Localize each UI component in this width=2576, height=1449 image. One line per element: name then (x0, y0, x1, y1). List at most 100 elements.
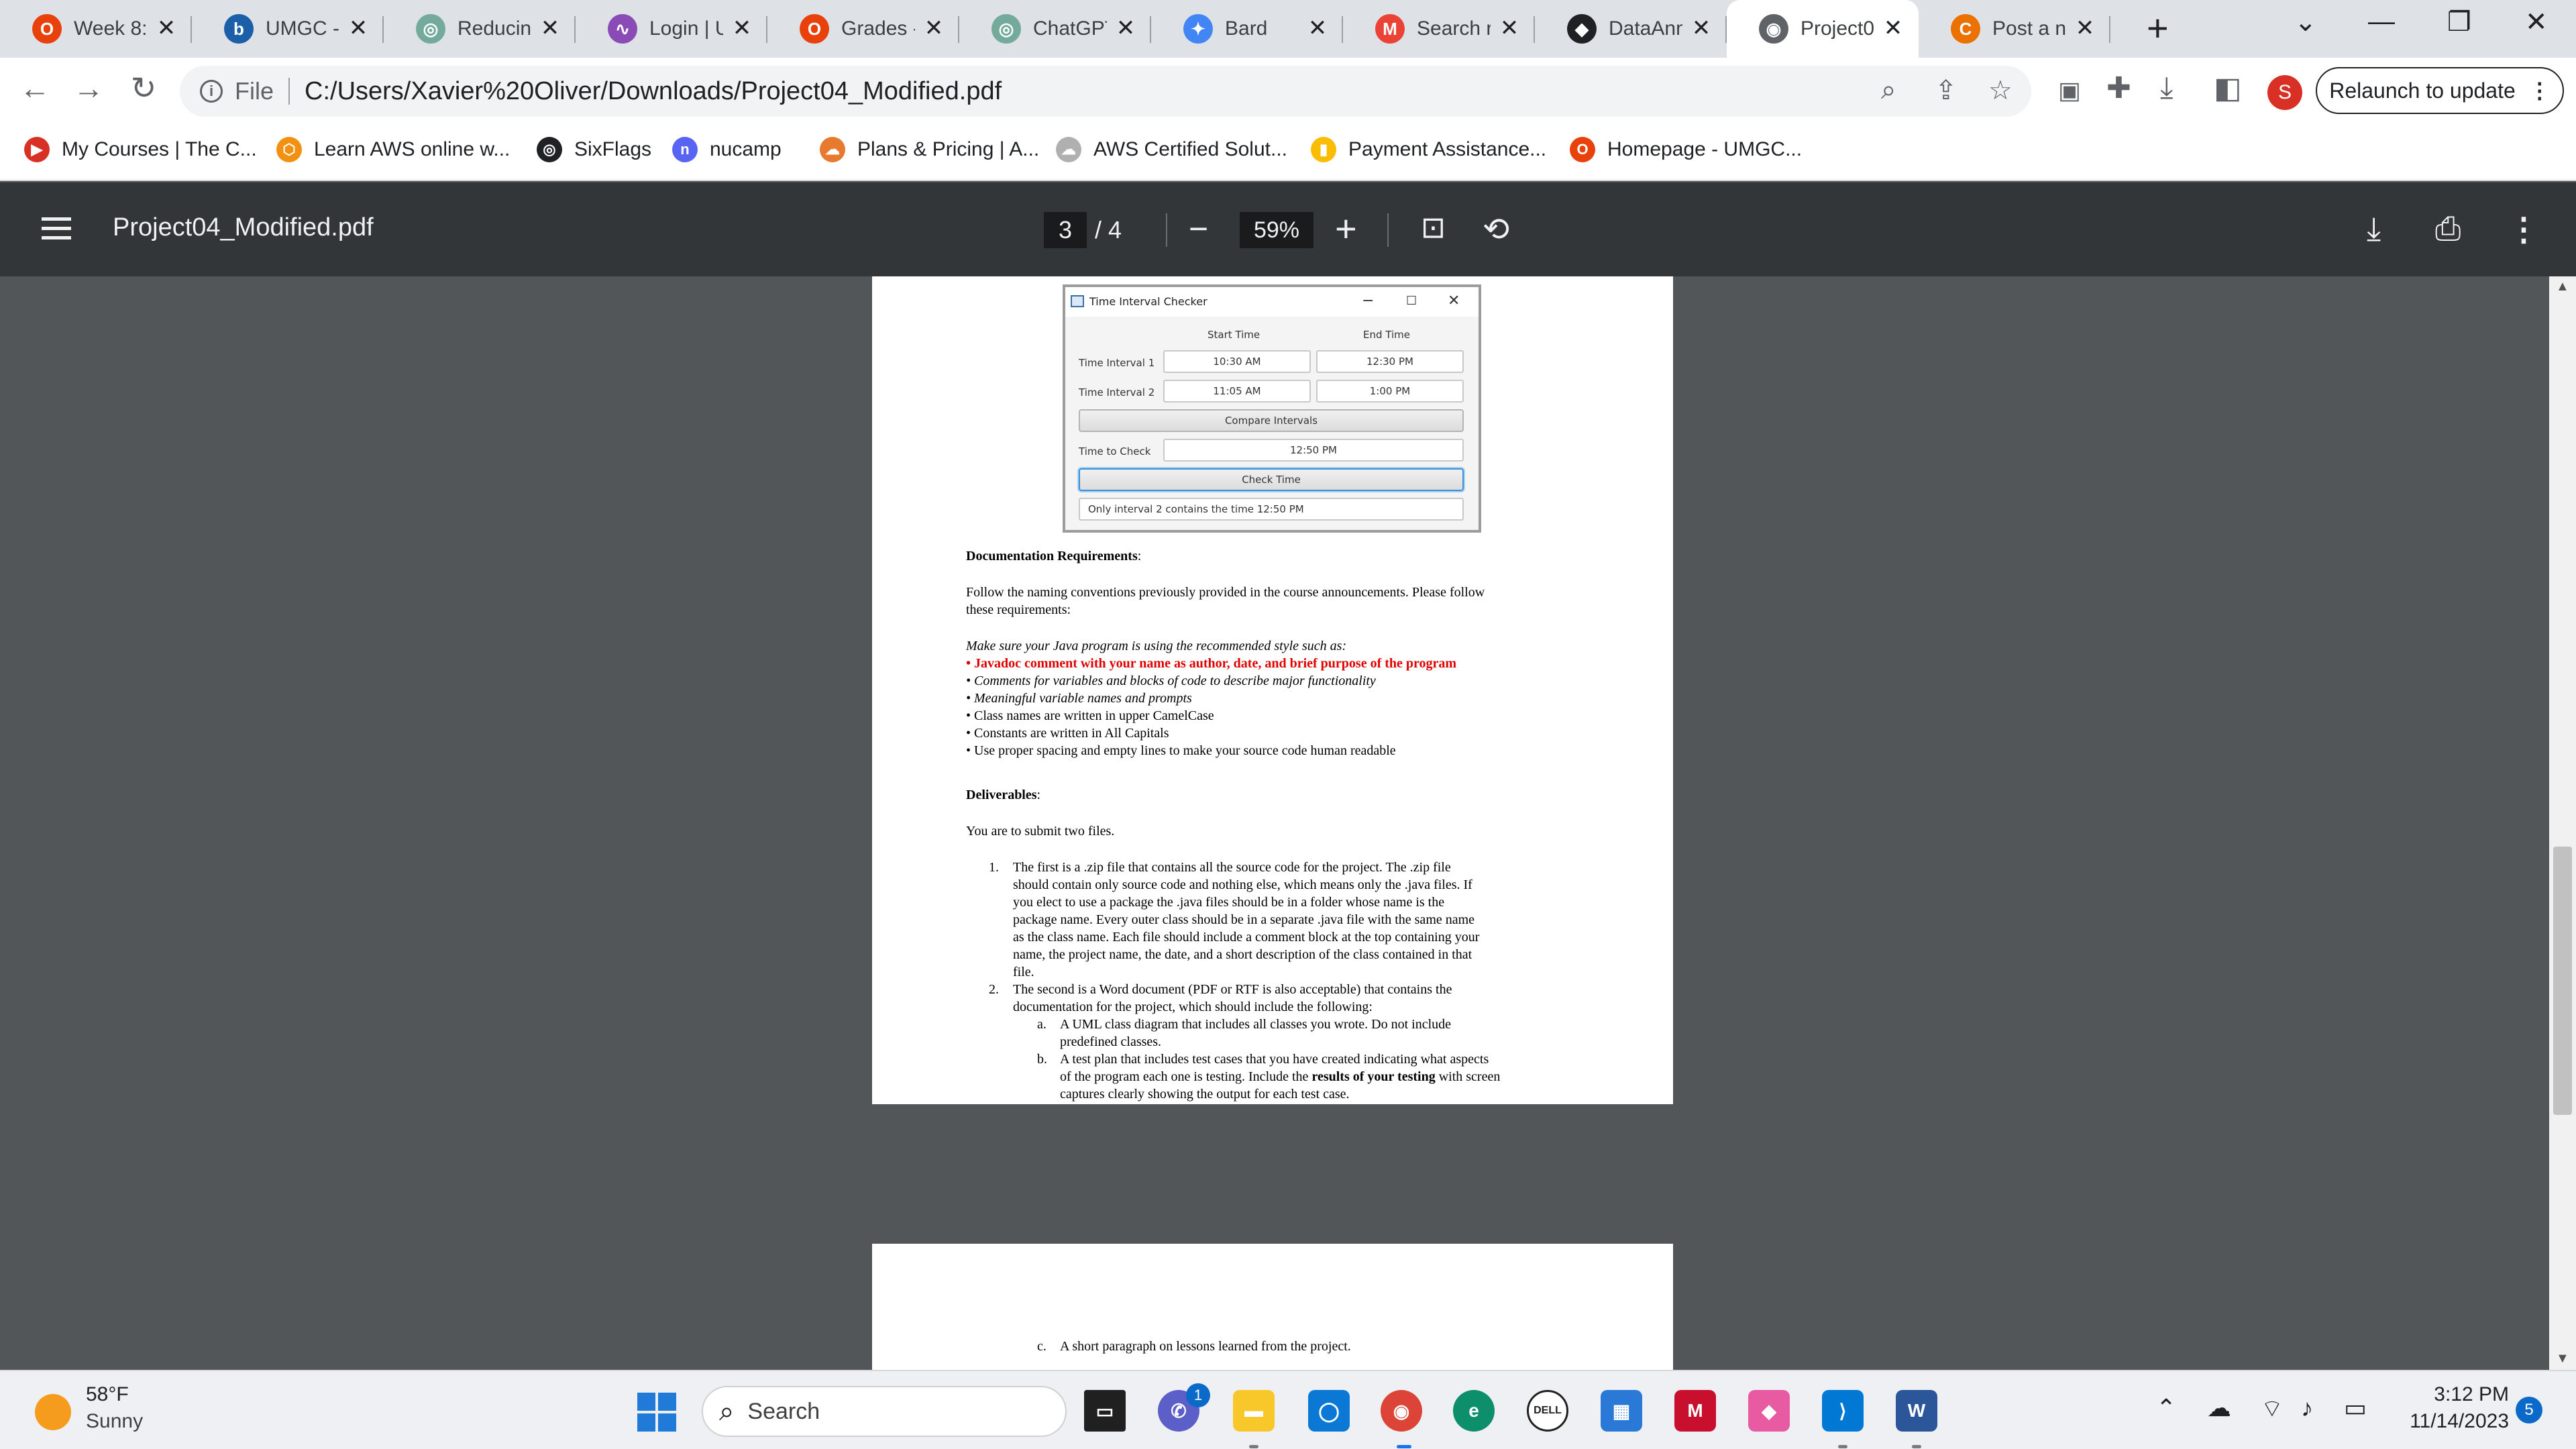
tab-title: Bard (1225, 17, 1268, 40)
zoom-in-icon[interactable]: + (1335, 207, 1357, 250)
zoom-lens-icon[interactable]: ⌕ (1881, 75, 1896, 105)
vertical-scrollbar[interactable]: ▲ ▼ (2549, 276, 2576, 1370)
browser-tab[interactable]: ◎ Reducing ✕ (384, 0, 576, 58)
doc-req-heading: Documentation Requirements: (966, 549, 1142, 564)
page-number-input[interactable]: 3 (1044, 212, 1087, 248)
store-icon[interactable]: ▦ (1601, 1390, 1642, 1432)
extension-box-icon[interactable]: ▣ (2058, 76, 2081, 105)
sun-icon[interactable] (35, 1394, 71, 1430)
more-menu-icon[interactable]: ⋮ (2529, 78, 2551, 103)
reload-icon[interactable]: ↻ (122, 70, 165, 106)
taskbar-search[interactable]: ⌕ Search (702, 1386, 1067, 1437)
vscode-icon[interactable]: ⟩ (1822, 1390, 1864, 1432)
clock-date[interactable]: 11/14/2023 (2395, 1410, 2509, 1433)
side-panel-icon[interactable]: ◧ (2214, 71, 2242, 105)
bookmark-item[interactable]: n nucamp (672, 137, 782, 162)
print-icon[interactable]: ⎙ (2435, 211, 2461, 248)
zoom-out-icon[interactable]: − (1189, 209, 1208, 248)
file-explorer-icon[interactable]: ▬ (1233, 1390, 1275, 1432)
result-field: Only interval 2 contains the time 12:50 … (1079, 498, 1464, 521)
dell-icon[interactable]: DELL (1527, 1390, 1568, 1432)
minimize-icon[interactable]: — (2368, 7, 2395, 37)
item2-number: 2. (989, 982, 999, 997)
weather-temp[interactable]: 58°F (86, 1383, 129, 1406)
relaunch-button[interactable]: Relaunch to update ⋮ (2316, 67, 2564, 114)
task-view-icon[interactable]: ▭ (1084, 1390, 1126, 1432)
bookmark-item[interactable]: O Homepage - UMGC... (1570, 137, 1802, 162)
bookmark-item[interactable]: ⬡ Learn AWS online w... (276, 137, 510, 162)
notification-badge[interactable]: 5 (2516, 1397, 2542, 1424)
info-icon[interactable]: i (200, 80, 223, 103)
close-tab-icon[interactable]: ✕ (1688, 15, 1715, 42)
scroll-up-icon[interactable]: ▲ (2556, 279, 2569, 294)
browser-tab[interactable]: O Grades - ✕ (767, 0, 959, 58)
forward-arrow-icon[interactable]: → (67, 70, 110, 106)
security-icon[interactable]: ☁ (2207, 1394, 2231, 1422)
close-tab-icon[interactable]: ✕ (920, 15, 947, 42)
browser-tab[interactable]: C Post a ne ✕ (1919, 0, 2110, 58)
deliverables-heading: Deliverables: (966, 788, 1041, 802)
close-tab-icon[interactable]: ✕ (1304, 15, 1331, 42)
pdf-viewport[interactable]: Time Interval Checker − ☐ ✕ Start Time E… (0, 276, 2576, 1370)
new-tab-button[interactable]: + (2147, 9, 2169, 47)
menu-icon[interactable] (42, 217, 71, 246)
address-bar[interactable]: i File C:/Users/Xavier%20Oliver/Download… (180, 66, 2031, 117)
url-text[interactable]: C:/Users/Xavier%20Oliver/Downloads/Proje… (305, 77, 1002, 106)
clock-time[interactable]: 3:12 PM (2428, 1383, 2509, 1406)
bookmark-star-icon[interactable]: ☆ (1988, 75, 2012, 106)
weather-condition[interactable]: Sunny (86, 1410, 143, 1433)
rotate-icon[interactable]: ⟲ (1483, 211, 1509, 248)
bookmark-item[interactable]: ▶ My Courses | The C... (24, 137, 257, 162)
browser-tab[interactable]: ◆ DataAnn ✕ (1535, 0, 1727, 58)
browser-tab[interactable]: ∿ Login | U ✕ (576, 0, 767, 58)
mcafee-icon[interactable]: M (1674, 1390, 1716, 1432)
volume-icon[interactable]: ♪ (2301, 1394, 2313, 1422)
restore-icon[interactable]: ❐ (2447, 7, 2471, 38)
start-button[interactable] (637, 1393, 676, 1432)
app-icon[interactable]: ◆ (1748, 1390, 1790, 1432)
bookmark-item[interactable]: ◎ SixFlags (537, 137, 651, 162)
browser-tab[interactable]: b UMGC - ✕ (192, 0, 384, 58)
close-tab-icon[interactable]: ✕ (1112, 15, 1139, 42)
close-icon: ✕ (1448, 292, 1460, 309)
bookmark-label: Payment Assistance... (1348, 138, 1547, 160)
page-total: / 4 (1095, 216, 1122, 244)
close-tab-icon[interactable]: ✕ (1880, 15, 1907, 42)
profile-avatar[interactable]: S (2267, 75, 2302, 110)
scrollbar-thumb[interactable] (2553, 847, 2572, 1115)
close-tab-icon[interactable]: ✕ (345, 15, 372, 42)
browser-tab[interactable]: O Week 8: ✕ (0, 0, 192, 58)
edge-icon[interactable]: e (1453, 1390, 1495, 1432)
tab-search-icon[interactable]: ⌄ (2294, 7, 2317, 38)
download-icon[interactable]: ⤓ (2160, 71, 2173, 105)
battery-icon[interactable]: ▭ (2344, 1394, 2367, 1422)
close-window-icon[interactable]: ✕ (2525, 7, 2548, 38)
download-pdf-icon[interactable]: ⤓ (2367, 211, 2381, 248)
close-tab-icon[interactable]: ✕ (1496, 15, 1523, 42)
bookmark-item[interactable]: ☁ Plans & Pricing | A... (820, 137, 1039, 162)
browser-tab[interactable]: ◎ ChatGPT✕ (959, 0, 1151, 58)
close-tab-icon[interactable]: ✕ (153, 15, 180, 42)
tray-chevron-icon[interactable]: ⌃ (2156, 1394, 2176, 1422)
bookmark-favicon-icon: ▶ (24, 137, 50, 162)
back-arrow-icon[interactable]: ← (13, 70, 56, 106)
pdf-more-icon[interactable]: ⋮ (2508, 211, 2540, 248)
share-icon[interactable]: ⇪ (1935, 75, 1957, 106)
wifi-icon[interactable]: ⌔ (2261, 1394, 2284, 1424)
bookmark-item[interactable]: ☁ AWS Certified Solut... (1056, 137, 1287, 162)
close-tab-icon[interactable]: ✕ (729, 15, 755, 42)
app-icon[interactable]: ◯ (1308, 1390, 1350, 1432)
extensions-puzzle-icon[interactable]: ✚ (2106, 71, 2131, 105)
pdf-page: Time Interval Checker − ☐ ✕ Start Time E… (872, 276, 1673, 1104)
close-tab-icon[interactable]: ✕ (2072, 15, 2098, 42)
browser-tab[interactable]: ✦ Bard ✕ (1151, 0, 1343, 58)
word-icon[interactable]: W (1896, 1390, 1937, 1432)
bookmark-item[interactable]: ▮ Payment Assistance... (1311, 137, 1546, 162)
zoom-input[interactable]: 59% (1240, 212, 1313, 248)
close-tab-icon[interactable]: ✕ (537, 15, 564, 42)
browser-tab[interactable]: ◉ Project0 ✕ (1727, 0, 1919, 58)
scroll-down-icon[interactable]: ▼ (2556, 1351, 2569, 1366)
fit-page-icon[interactable]: ⊡ (1421, 211, 1446, 245)
chrome-icon[interactable]: ◉ (1381, 1390, 1422, 1432)
browser-tab[interactable]: M Search re✕ (1343, 0, 1535, 58)
